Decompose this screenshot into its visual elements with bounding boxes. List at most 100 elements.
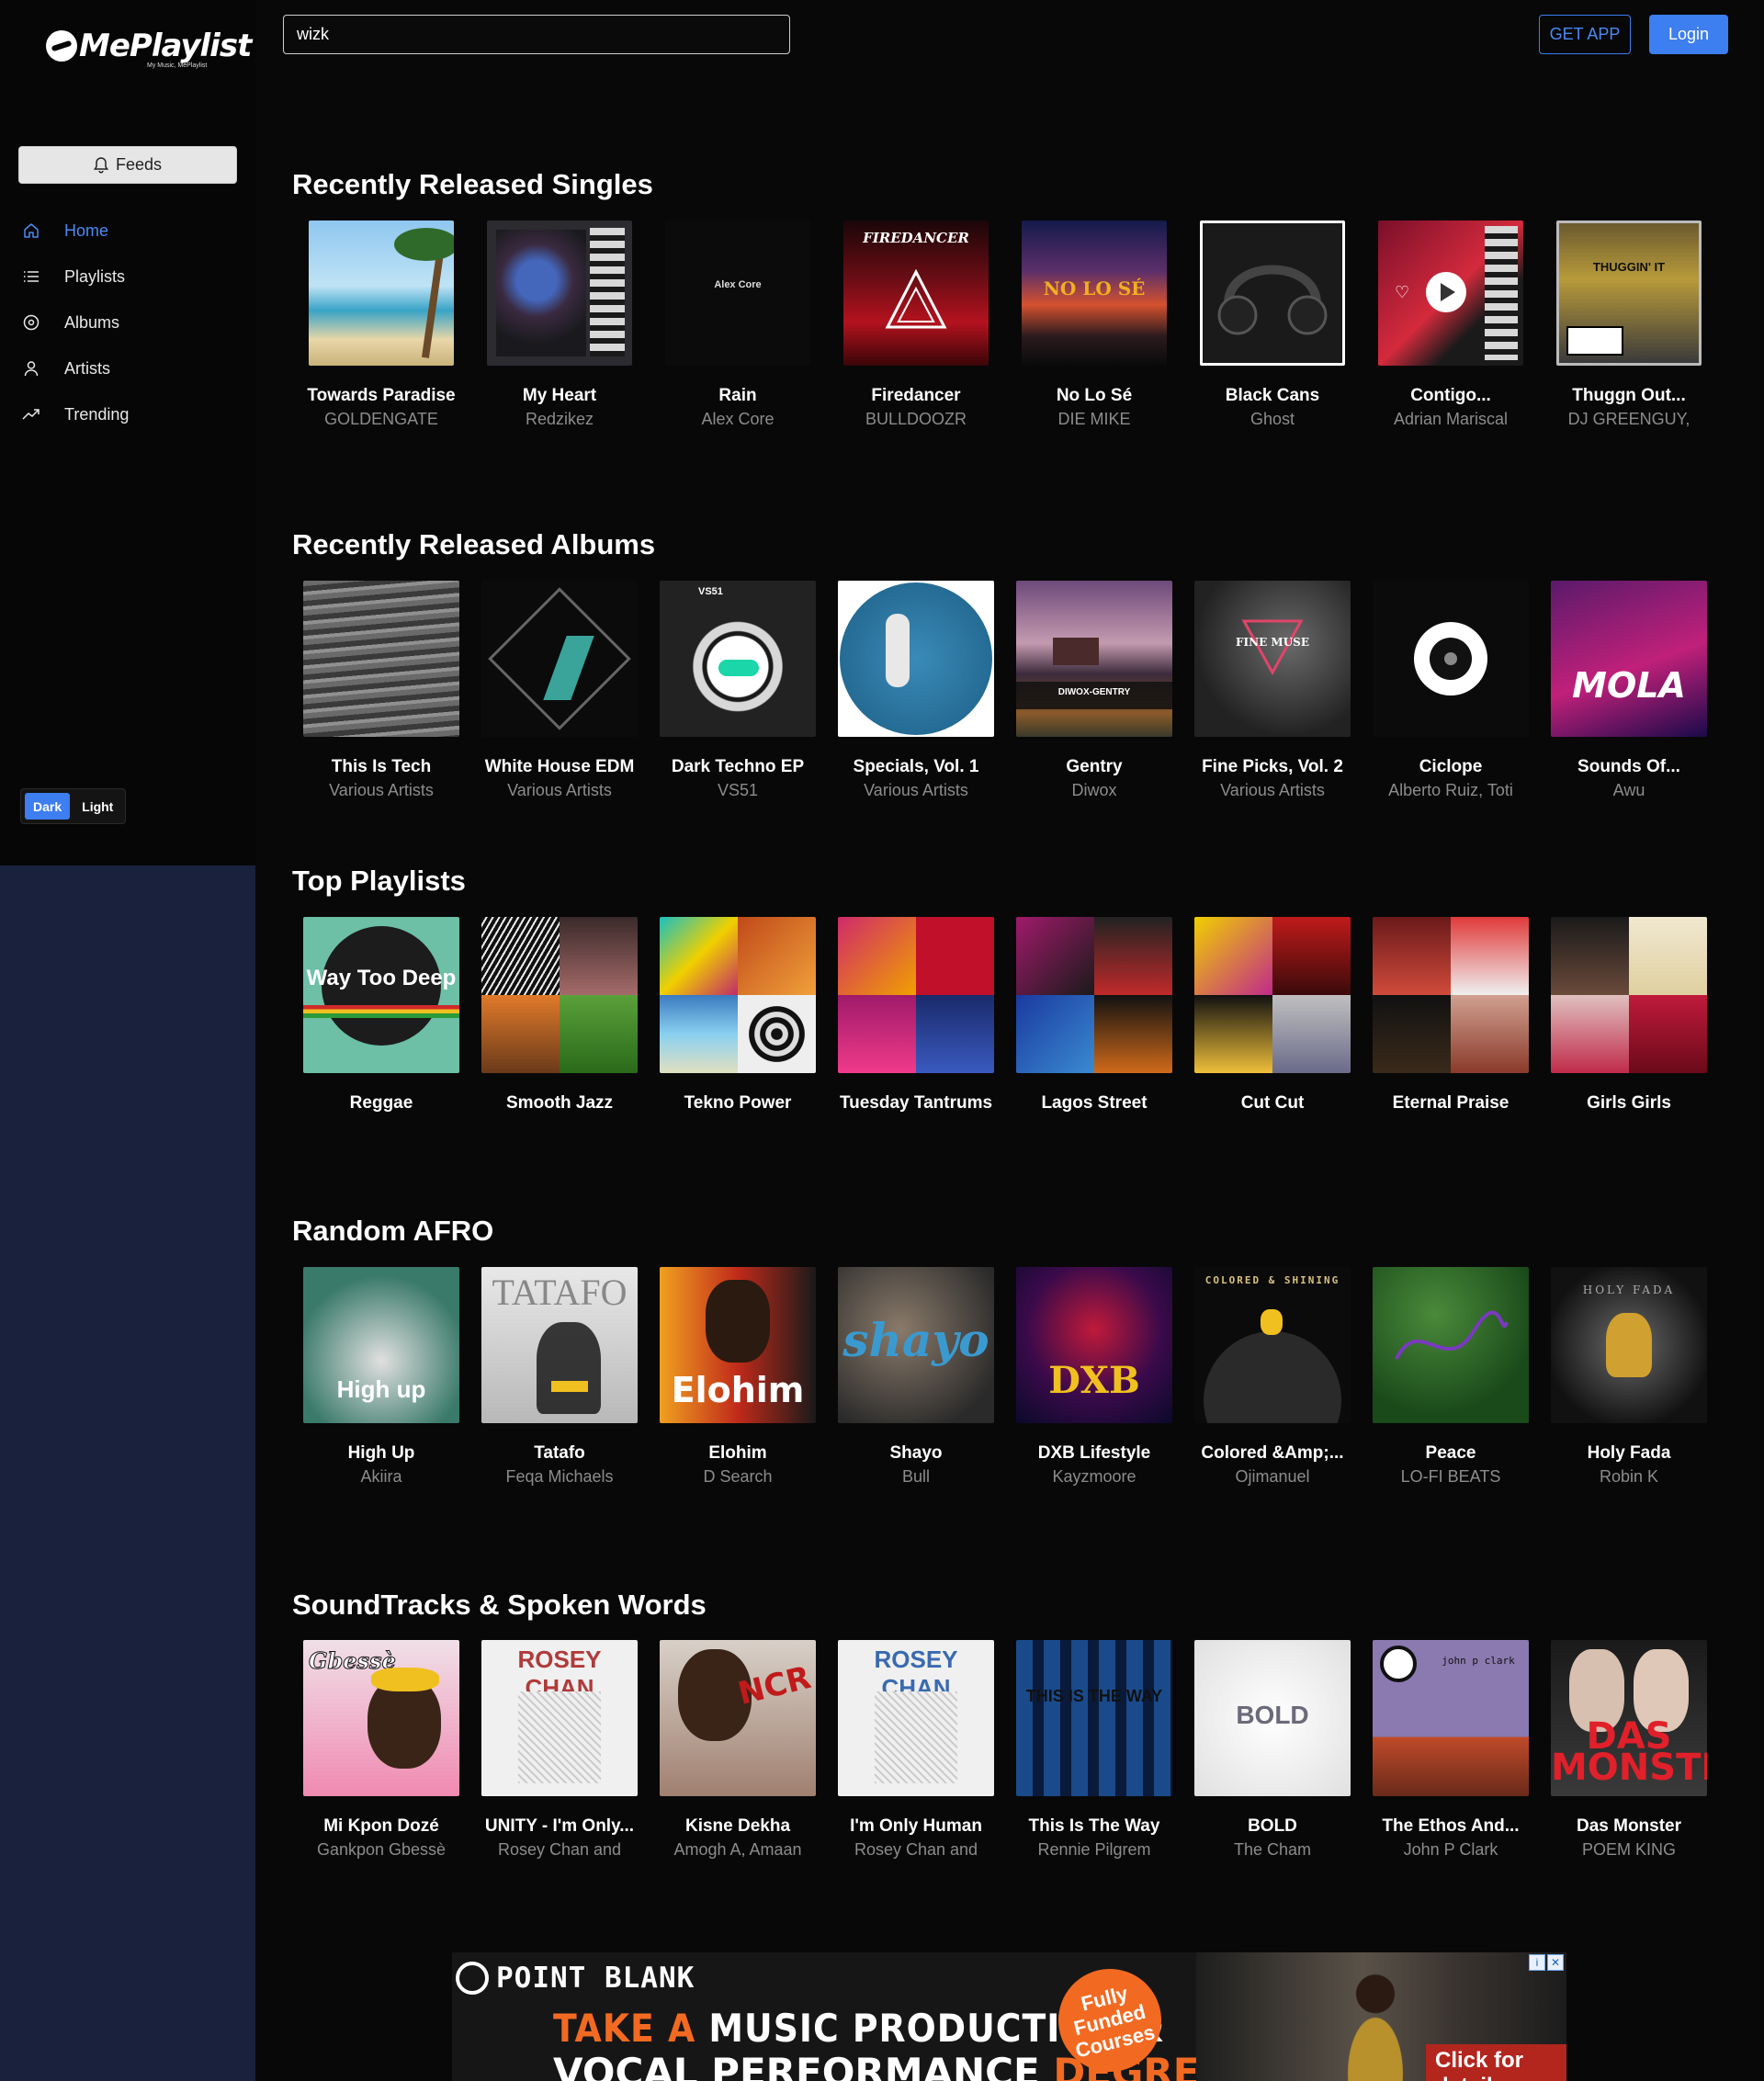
ad-banner[interactable]: POINT BLANK TAKE A MUSIC PRODUCTION & VO… [255,1952,1764,2081]
song-card[interactable]: ROSEY CHAN UNITY - I'm Only... Rosey Cha… [470,1640,649,1860]
album-card[interactable]: DIWOX-GENTRY Gentry Diwox [1005,581,1183,800]
section-title-playlists: Top Playlists [292,865,466,897]
cover-text: Alex Core [714,279,762,290]
card-title: Firedancer [871,386,961,405]
ad-brand-name: POINT BLANK [496,1962,695,1995]
sidebar-item-albums[interactable]: Albums [0,300,255,345]
song-card[interactable]: ROSEY CHAN I'm Only Human Rosey Chan and [827,1640,1005,1860]
ad-content[interactable]: POINT BLANK TAKE A MUSIC PRODUCTION & VO… [452,1952,1566,2081]
albums-row: This Is Tech Various Artists White House… [292,581,1744,801]
playlist-card[interactable]: Girls Girls [1540,917,1718,1114]
cover-art: ROSEY CHAN [838,1640,994,1796]
card-subtitle: Rosey Chan and [854,1840,978,1859]
album-card[interactable]: White House EDM Various Artists [470,581,649,800]
song-card[interactable]: Alex Core Rain Alex Core [649,221,827,429]
song-card[interactable]: BOLD BOLD The Cham [1183,1640,1362,1860]
ad-person-image [1325,1971,1426,2081]
get-app-button[interactable]: GET APP [1539,15,1631,54]
album-card[interactable]: FINE MUSE Fine Picks, Vol. 2 Various Art… [1183,581,1362,800]
cover-art: shayo [838,1267,994,1423]
main-content: GET APP Login Recently Released Singles … [255,0,1764,1952]
playlist-card[interactable]: Eternal Praise [1362,917,1540,1114]
playlists-row: Way Too Deep Reggae Smooth Jazz Tekno Po… [292,917,1744,1137]
album-card[interactable]: MOLA Sounds Of... Awu [1540,581,1718,800]
song-card[interactable]: My Heart Redzikez [470,221,649,429]
theme-dark-option[interactable]: Dark [25,793,71,820]
song-card[interactable]: High up High Up Akiira [292,1267,470,1487]
card-subtitle: BULLDOOZR [865,410,967,428]
card-subtitle: The Cham [1233,1840,1312,1859]
sidebar-item-artists[interactable]: Artists [0,345,255,391]
song-card[interactable]: Towards Paradise GOLDENGATE [292,221,470,429]
album-card[interactable]: Ciclope Alberto Ruiz, Toti [1362,581,1540,800]
song-card[interactable]: DXB DXB Lifestyle Kayzmoore [1005,1267,1183,1487]
album-card[interactable]: This Is Tech Various Artists [292,581,470,800]
user-icon [22,359,40,378]
card-title: Eternal Praise [1392,1093,1510,1113]
card-title: Tuesday Tantrums [839,1093,993,1113]
cover-art: DIWOX-GENTRY [1016,581,1172,737]
card-subtitle: D Search [703,1467,773,1486]
playlist-card[interactable]: Lagos Street [1005,917,1183,1114]
song-card[interactable]: HOLY FADA Holy Fada Robin K [1540,1267,1718,1487]
song-card[interactable]: FIREDANCER Firedancer BULLDOOZR [827,221,1005,429]
cover-art: TATAFO [481,1267,638,1423]
card-subtitle: Bull [901,1467,930,1486]
card-subtitle: POEM KING [1581,1840,1676,1859]
playlist-card[interactable]: Way Too Deep Reggae [292,917,470,1114]
song-card[interactable]: Gbessè Mi Kpon Dozé Gankpon Gbessè [292,1640,470,1860]
sidebar-item-trending[interactable]: Trending [0,391,255,437]
heart-icon[interactable]: ♡ [1395,283,1409,302]
card-title: I'm Only Human [850,1816,982,1836]
playlist-card[interactable]: Cut Cut [1183,917,1362,1114]
card-subtitle: Redzikez [525,410,594,428]
soundtracks-row: Gbessè Mi Kpon Dozé Gankpon Gbessè ROSEY… [292,1640,1744,1860]
feeds-button[interactable]: Feeds [18,146,237,184]
album-card[interactable]: VS51 Dark Techno EP VS51 [649,581,827,800]
song-card[interactable]: NO LO SÉ No Lo Sé DIE MIKE [1005,221,1183,429]
song-card[interactable]: NCR Kisne Dekha Amogh A, Amaan [649,1640,827,1860]
card-subtitle: Amogh A, Amaan [673,1840,802,1859]
album-card[interactable]: Specials, Vol. 1 Various Artists [827,581,1005,800]
song-card[interactable]: TATAFO Tatafo Feqa Michaels [470,1267,649,1487]
playlist-card[interactable]: Smooth Jazz [470,917,649,1114]
song-card[interactable]: THIS IS THE WAY This Is The Way Rennie P… [1005,1640,1183,1860]
search-input[interactable] [283,15,790,54]
cover-art: Gbessè [303,1640,459,1796]
sidebar-item-label: Trending [64,404,130,424]
cover-art: THIS IS THE WAY [1016,1640,1172,1796]
song-card[interactable]: THUGGIN' IT Thuggn Out... DJ GREENGUY, [1540,221,1718,429]
card-title: Towards Paradise [307,386,456,405]
song-card[interactable]: Elohim Elohim D Search [649,1267,827,1487]
app-logo[interactable]: MePlaylist ™ My Music, MePlaylist [46,28,263,83]
song-card[interactable]: ♡ Contigo... Adrian Mariscal [1362,221,1540,429]
theme-light-option[interactable]: Light [74,793,121,820]
song-card[interactable]: DAS MONSTER Das Monster POEM KING [1540,1640,1718,1860]
cover-art: Elohim [660,1267,816,1423]
cover-art: ROSEY CHAN [481,1640,638,1796]
playlist-card[interactable]: Tuesday Tantrums [827,917,1005,1114]
playlist-card[interactable]: Tekno Power [649,917,827,1114]
song-card[interactable]: shayo Shayo Bull [827,1267,1005,1487]
song-card[interactable]: Peace LO-FI BEATS [1362,1267,1540,1487]
ad-info-icon[interactable]: i [1529,1954,1545,1971]
card-subtitle: Alberto Ruiz, Toti [1388,781,1513,799]
song-card[interactable]: Black Cans Ghost [1183,221,1362,429]
sidebar-item-playlists[interactable]: Playlists [0,254,255,300]
ad-close-icon[interactable]: ✕ [1547,1954,1564,1971]
bell-icon [93,156,108,174]
cover-art [1373,581,1529,737]
song-card[interactable]: john p clark The Ethos And... John P Cla… [1362,1640,1540,1860]
cover-text: VS51 [698,586,723,597]
song-card[interactable]: COLORED & SHINING Colored &Amp;... Ojima… [1183,1267,1362,1487]
cover-art: NO LO SÉ [1022,221,1167,366]
card-subtitle: Various Artists [864,781,968,799]
card-title: Tatafo [534,1443,585,1463]
card-subtitle: LO-FI BEATS [1400,1467,1501,1486]
login-button[interactable]: Login [1649,15,1728,54]
cover-art: FIREDANCER [843,221,989,366]
cover-art [838,581,994,737]
ad-cta-button[interactable]: Click for details [1426,2044,1566,2081]
card-title: High Up [347,1443,415,1463]
sidebar-item-home[interactable]: Home [0,208,255,254]
